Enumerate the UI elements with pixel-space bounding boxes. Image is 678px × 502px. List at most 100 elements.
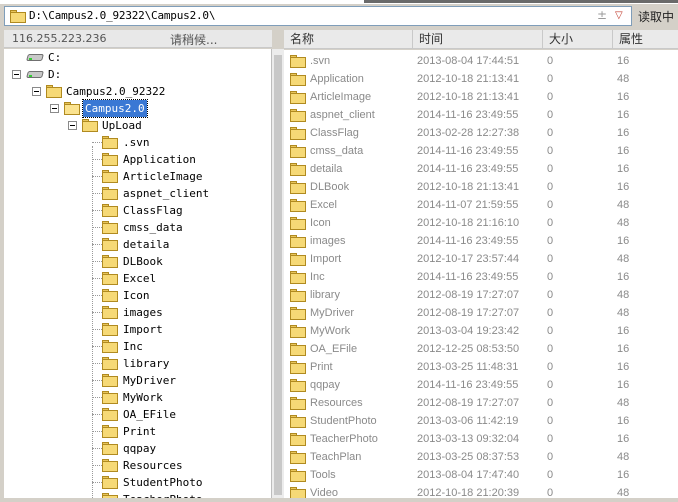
column-name[interactable]: 名称 [284, 30, 412, 49]
table-row[interactable]: ClassFlag 2013-02-28 12:27:38 0 16 [284, 124, 678, 142]
scrollbar-thumb[interactable] [274, 55, 282, 495]
file-size: 0 [547, 253, 554, 265]
folder-icon [290, 145, 306, 158]
folder-icon [290, 163, 306, 176]
tree-label: ClassFlag [123, 204, 183, 217]
folder-icon [290, 91, 306, 104]
chevron-down-icon[interactable]: ▽ [615, 10, 623, 21]
address-path[interactable]: D:\Campus2.0_92322\Campus2.0\ [29, 9, 215, 22]
file-name: library [310, 289, 340, 301]
file-list-header: 名称 时间 大小 属性 [284, 30, 678, 49]
file-attr: 16 [617, 469, 630, 481]
file-size: 0 [547, 271, 554, 283]
file-time: 2012-10-17 23:57:44 [417, 253, 520, 265]
tree-line [92, 414, 102, 415]
folder-icon [290, 55, 306, 68]
table-row[interactable]: images 2014-11-16 23:49:55 0 16 [284, 232, 678, 250]
table-row[interactable]: Resources 2012-08-19 17:27:07 0 48 [284, 394, 678, 412]
tree-label: C: [48, 51, 62, 64]
tree-label: aspnet_client [123, 187, 210, 200]
table-row[interactable]: detaila 2014-11-16 23:49:55 0 16 [284, 160, 678, 178]
table-row[interactable]: StudentPhoto 2013-03-06 11:42:19 0 16 [284, 412, 678, 430]
column-time[interactable]: 时间 [412, 30, 542, 49]
folder-tree[interactable]: C: D: Campus2.0_92322 Campus2.0 UpLoad .… [4, 49, 272, 498]
table-row[interactable]: ArticleImage 2012-10-18 21:13:41 0 16 [284, 88, 678, 106]
folder-icon [102, 289, 118, 302]
tree-line [92, 261, 102, 262]
table-row[interactable]: qqpay 2014-11-16 23:49:55 0 16 [284, 376, 678, 394]
file-size: 0 [547, 235, 554, 247]
tree-label: Import [123, 323, 163, 336]
file-attr: 16 [617, 415, 630, 427]
file-size: 0 [547, 433, 554, 445]
table-row[interactable]: aspnet_client 2014-11-16 23:49:55 0 16 [284, 106, 678, 124]
table-row[interactable]: Excel 2014-11-07 21:59:55 0 48 [284, 196, 678, 214]
tree-label: ArticleImage [123, 170, 203, 183]
file-attr: 16 [617, 127, 630, 139]
table-row[interactable]: .svn 2013-08-04 17:44:51 0 16 [284, 52, 678, 70]
column-attr[interactable]: 属性 [612, 30, 678, 49]
table-row[interactable]: Import 2012-10-17 23:57:44 0 48 [284, 250, 678, 268]
table-row[interactable]: Application 2012-10-18 21:13:41 0 48 [284, 70, 678, 88]
collapse-icon[interactable] [12, 70, 21, 79]
file-name: DLBook [310, 181, 350, 193]
folder-icon [102, 408, 118, 421]
table-row[interactable]: Inc 2014-11-16 23:49:55 0 16 [284, 268, 678, 286]
folder-icon [102, 476, 118, 489]
folder-icon [290, 361, 306, 374]
tree-line [92, 363, 102, 364]
tree-label: cmss_data [123, 221, 183, 234]
file-size: 0 [547, 199, 554, 211]
folder-icon [102, 221, 118, 234]
table-row[interactable]: OA_EFile 2012-12-25 08:53:50 0 16 [284, 340, 678, 358]
read-button[interactable]: 读取中 [638, 8, 674, 25]
tree-label: Icon [123, 289, 150, 302]
table-row[interactable]: TeachPlan 2013-03-25 08:37:53 0 48 [284, 448, 678, 466]
table-row[interactable]: TeacherPhoto 2013-03-13 09:32:04 0 16 [284, 430, 678, 448]
table-row[interactable]: Tools 2013-08-04 17:47:40 0 16 [284, 466, 678, 484]
folder-icon [102, 357, 118, 370]
clear-icon[interactable]: ± [597, 8, 607, 22]
tree-line [92, 397, 102, 398]
file-time: 2012-10-18 21:16:10 [417, 217, 520, 229]
file-size: 0 [547, 397, 554, 409]
table-row[interactable]: Print 2013-03-25 11:48:31 0 16 [284, 358, 678, 376]
file-name: Import [310, 253, 342, 265]
file-time: 2013-03-25 11:48:31 [417, 361, 519, 373]
tree-scrollbar[interactable] [272, 49, 284, 498]
file-name: detaila [310, 163, 343, 175]
file-time: 2013-02-28 12:27:38 [417, 127, 520, 139]
table-row[interactable]: DLBook 2012-10-18 21:13:41 0 16 [284, 178, 678, 196]
file-list[interactable]: .svn 2013-08-04 17:44:51 0 16 Application 201… [284, 50, 678, 502]
file-attr: 16 [617, 109, 630, 121]
tree-label: TeacherPhoto [123, 491, 202, 498]
file-time: 2014-11-16 23:49:55 [417, 163, 519, 175]
table-row[interactable]: MyDriver 2012-08-19 17:27:07 0 48 [284, 304, 678, 322]
file-attr: 16 [617, 55, 630, 67]
top-strip [0, 0, 678, 4]
file-time: 2013-03-25 08:37:53 [417, 451, 520, 463]
collapse-icon[interactable] [32, 87, 41, 96]
table-row[interactable]: Icon 2012-10-18 21:16:10 0 48 [284, 214, 678, 232]
collapse-icon[interactable] [50, 104, 59, 113]
file-size: 0 [547, 451, 554, 463]
file-attr: 16 [617, 343, 630, 355]
folder-icon [102, 459, 118, 472]
folder-icon [290, 307, 306, 320]
table-row[interactable]: MyWork 2013-03-04 19:23:42 0 16 [284, 322, 678, 340]
folder-icon [290, 253, 306, 266]
file-name: .svn [310, 55, 331, 67]
table-row[interactable]: cmss_data 2014-11-16 23:49:55 0 16 [284, 142, 678, 160]
table-row[interactable]: library 2012-08-19 17:27:07 0 48 [284, 286, 678, 304]
address-bar[interactable]: D:\Campus2.0_92322\Campus2.0\ ± ▽ [4, 6, 632, 26]
file-name: Excel [310, 199, 337, 211]
collapse-icon[interactable] [68, 121, 77, 130]
bottom-strip [0, 498, 678, 502]
tree-line [92, 329, 102, 330]
tree-line [92, 278, 102, 279]
file-time: 2014-11-16 23:49:55 [417, 235, 519, 247]
file-size: 0 [547, 343, 554, 355]
column-size[interactable]: 大小 [542, 30, 612, 49]
folder-icon [290, 379, 306, 392]
file-attr: 16 [617, 325, 630, 337]
